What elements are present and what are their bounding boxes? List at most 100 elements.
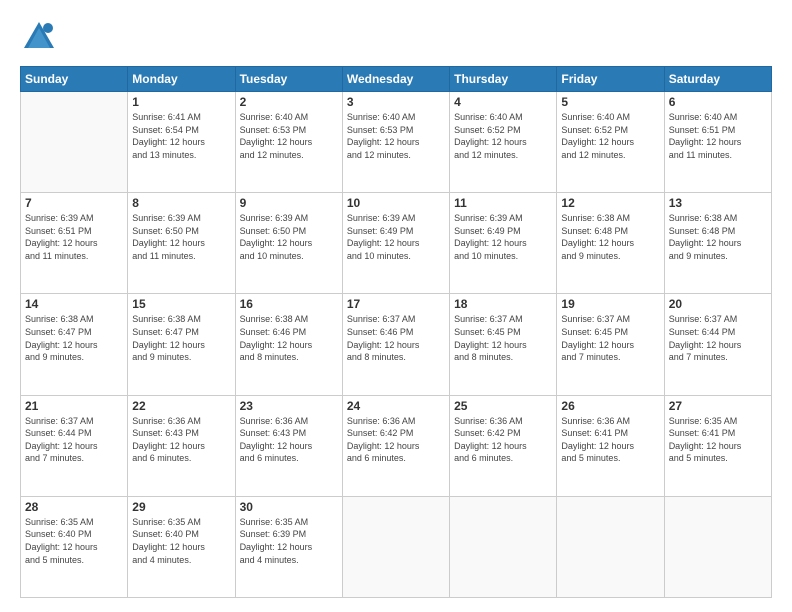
day-number: 17 <box>347 297 445 311</box>
calendar-cell: 26Sunrise: 6:36 AM Sunset: 6:41 PM Dayli… <box>557 395 664 496</box>
day-number: 22 <box>132 399 230 413</box>
day-info: Sunrise: 6:36 AM Sunset: 6:41 PM Dayligh… <box>561 415 659 465</box>
day-number: 14 <box>25 297 123 311</box>
calendar-week-row: 28 Sunrise: 6:35 AM Sunset: 6:40 PM Dayli… <box>21 496 772 597</box>
calendar-cell: 8Sunrise: 6:39 AM Sunset: 6:50 PM Daylig… <box>128 193 235 294</box>
day-info: Sunrise: 6:37 AM Sunset: 6:45 PM Dayligh… <box>561 313 659 363</box>
calendar-week-row: 7 Sunrise: 6:39 AM Sunset: 6:51 PM Daylig… <box>21 193 772 294</box>
calendar-cell: 6Sunrise: 6:40 AM Sunset: 6:51 PM Daylig… <box>664 92 771 193</box>
day-info: Sunrise: 6:40 AM Sunset: 6:53 PM Dayligh… <box>240 111 338 161</box>
day-number: 27 <box>669 399 767 413</box>
day-info: Sunrise: 6:40 AM Sunset: 6:53 PM Dayligh… <box>347 111 445 161</box>
day-info: Sunrise: 6:37 AM Sunset: 6:46 PM Dayligh… <box>347 313 445 363</box>
day-number: 7 <box>25 196 123 210</box>
calendar-cell <box>557 496 664 597</box>
day-info: Sunrise: 6:38 AM Sunset: 6:48 PM Dayligh… <box>561 212 659 262</box>
day-info: Sunrise: 6:36 AM Sunset: 6:42 PM Dayligh… <box>347 415 445 465</box>
day-header-tuesday: Tuesday <box>235 67 342 92</box>
day-number: 5 <box>561 95 659 109</box>
calendar-cell <box>664 496 771 597</box>
page: SundayMondayTuesdayWednesdayThursdayFrid… <box>0 0 792 612</box>
day-number: 24 <box>347 399 445 413</box>
calendar-cell: 22Sunrise: 6:36 AM Sunset: 6:43 PM Dayli… <box>128 395 235 496</box>
calendar-week-row: 14 Sunrise: 6:38 AM Sunset: 6:47 PM Dayli… <box>21 294 772 395</box>
logo-icon <box>20 18 58 56</box>
day-number: 6 <box>669 95 767 109</box>
day-info: Sunrise: 6:37 AM Sunset: 6:44 PM Dayligh… <box>25 415 123 465</box>
header <box>20 18 772 56</box>
day-header-wednesday: Wednesday <box>342 67 449 92</box>
day-info: Sunrise: 6:35 AM Sunset: 6:40 PM Dayligh… <box>25 516 123 566</box>
day-info: Sunrise: 6:36 AM Sunset: 6:42 PM Dayligh… <box>454 415 552 465</box>
day-number: 13 <box>669 196 767 210</box>
calendar-cell: 20 Sunrise: 6:37 AM Sunset: 6:44 PM Dayli… <box>664 294 771 395</box>
calendar-cell: 4 Sunrise: 6:40 AM Sunset: 6:52 PM Daylig… <box>450 92 557 193</box>
day-number: 20 <box>669 297 767 311</box>
calendar-cell: 12 Sunrise: 6:38 AM Sunset: 6:48 PM Dayli… <box>557 193 664 294</box>
calendar-header-row: SundayMondayTuesdayWednesdayThursdayFrid… <box>21 67 772 92</box>
calendar-cell: 7 Sunrise: 6:39 AM Sunset: 6:51 PM Daylig… <box>21 193 128 294</box>
calendar-cell <box>21 92 128 193</box>
calendar-cell: 30 Sunrise: 6:35 AM Sunset: 6:39 PM Dayli… <box>235 496 342 597</box>
calendar-cell <box>450 496 557 597</box>
day-number: 3 <box>347 95 445 109</box>
day-number: 10 <box>347 196 445 210</box>
day-header-monday: Monday <box>128 67 235 92</box>
calendar-cell <box>342 496 449 597</box>
calendar-cell: 2Sunrise: 6:40 AM Sunset: 6:53 PM Daylig… <box>235 92 342 193</box>
calendar-cell: 18Sunrise: 6:37 AM Sunset: 6:45 PM Dayli… <box>450 294 557 395</box>
calendar-cell: 19 Sunrise: 6:37 AM Sunset: 6:45 PM Dayli… <box>557 294 664 395</box>
day-number: 25 <box>454 399 552 413</box>
logo <box>20 18 58 56</box>
day-number: 9 <box>240 196 338 210</box>
day-number: 8 <box>132 196 230 210</box>
day-info: Sunrise: 6:39 AM Sunset: 6:50 PM Dayligh… <box>240 212 338 262</box>
day-number: 11 <box>454 196 552 210</box>
day-info: Sunrise: 6:38 AM Sunset: 6:47 PM Dayligh… <box>25 313 123 363</box>
calendar-cell: 14 Sunrise: 6:38 AM Sunset: 6:47 PM Dayli… <box>21 294 128 395</box>
calendar-cell: 17 Sunrise: 6:37 AM Sunset: 6:46 PM Dayli… <box>342 294 449 395</box>
calendar-cell: 28 Sunrise: 6:35 AM Sunset: 6:40 PM Dayli… <box>21 496 128 597</box>
calendar-cell: 13Sunrise: 6:38 AM Sunset: 6:48 PM Dayli… <box>664 193 771 294</box>
calendar-cell: 16Sunrise: 6:38 AM Sunset: 6:46 PM Dayli… <box>235 294 342 395</box>
calendar-cell: 25 Sunrise: 6:36 AM Sunset: 6:42 PM Dayli… <box>450 395 557 496</box>
day-header-saturday: Saturday <box>664 67 771 92</box>
calendar-table: SundayMondayTuesdayWednesdayThursdayFrid… <box>20 66 772 598</box>
calendar-week-row: 1 Sunrise: 6:41 AM Sunset: 6:54 PM Daylig… <box>21 92 772 193</box>
day-number: 12 <box>561 196 659 210</box>
day-number: 28 <box>25 500 123 514</box>
day-number: 1 <box>132 95 230 109</box>
day-number: 15 <box>132 297 230 311</box>
calendar-cell: 5 Sunrise: 6:40 AM Sunset: 6:52 PM Daylig… <box>557 92 664 193</box>
day-number: 4 <box>454 95 552 109</box>
calendar-week-row: 21Sunrise: 6:37 AM Sunset: 6:44 PM Dayli… <box>21 395 772 496</box>
day-number: 30 <box>240 500 338 514</box>
day-number: 23 <box>240 399 338 413</box>
calendar-cell: 29 Sunrise: 6:35 AM Sunset: 6:40 PM Dayli… <box>128 496 235 597</box>
day-info: Sunrise: 6:40 AM Sunset: 6:52 PM Dayligh… <box>561 111 659 161</box>
day-number: 19 <box>561 297 659 311</box>
day-info: Sunrise: 6:38 AM Sunset: 6:47 PM Dayligh… <box>132 313 230 363</box>
day-info: Sunrise: 6:35 AM Sunset: 6:39 PM Dayligh… <box>240 516 338 566</box>
calendar-cell: 15 Sunrise: 6:38 AM Sunset: 6:47 PM Dayli… <box>128 294 235 395</box>
day-info: Sunrise: 6:35 AM Sunset: 6:41 PM Dayligh… <box>669 415 767 465</box>
day-info: Sunrise: 6:41 AM Sunset: 6:54 PM Dayligh… <box>132 111 230 161</box>
calendar-cell: 1 Sunrise: 6:41 AM Sunset: 6:54 PM Daylig… <box>128 92 235 193</box>
calendar-cell: 9 Sunrise: 6:39 AM Sunset: 6:50 PM Daylig… <box>235 193 342 294</box>
day-info: Sunrise: 6:36 AM Sunset: 6:43 PM Dayligh… <box>240 415 338 465</box>
calendar-cell: 11Sunrise: 6:39 AM Sunset: 6:49 PM Dayli… <box>450 193 557 294</box>
calendar-cell: 21Sunrise: 6:37 AM Sunset: 6:44 PM Dayli… <box>21 395 128 496</box>
day-info: Sunrise: 6:40 AM Sunset: 6:52 PM Dayligh… <box>454 111 552 161</box>
calendar-cell: 24 Sunrise: 6:36 AM Sunset: 6:42 PM Dayli… <box>342 395 449 496</box>
day-info: Sunrise: 6:39 AM Sunset: 6:49 PM Dayligh… <box>347 212 445 262</box>
calendar-cell: 23 Sunrise: 6:36 AM Sunset: 6:43 PM Dayli… <box>235 395 342 496</box>
day-header-sunday: Sunday <box>21 67 128 92</box>
day-header-friday: Friday <box>557 67 664 92</box>
day-info: Sunrise: 6:39 AM Sunset: 6:51 PM Dayligh… <box>25 212 123 262</box>
day-info: Sunrise: 6:35 AM Sunset: 6:40 PM Dayligh… <box>132 516 230 566</box>
day-number: 29 <box>132 500 230 514</box>
day-number: 18 <box>454 297 552 311</box>
calendar-cell: 3 Sunrise: 6:40 AM Sunset: 6:53 PM Daylig… <box>342 92 449 193</box>
day-header-thursday: Thursday <box>450 67 557 92</box>
day-info: Sunrise: 6:37 AM Sunset: 6:44 PM Dayligh… <box>669 313 767 363</box>
